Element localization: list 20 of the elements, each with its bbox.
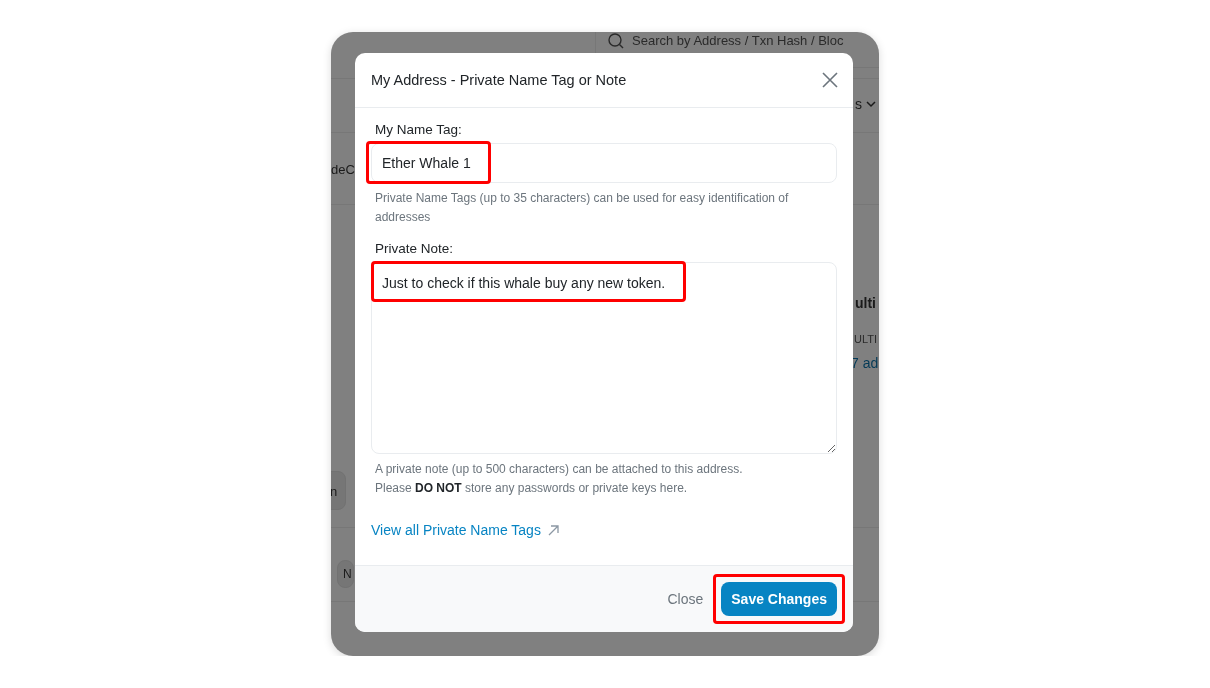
- menu-label[interactable]: s: [855, 96, 862, 112]
- help-text: Private Name Tags (up to 35 characters) can be used for easy identification of addresses: [375, 190, 790, 226]
- note-field[interactable]: Just to check if this whale buy any new token.: [371, 262, 837, 454]
- dialog-title: My Address - Private Name Tag or Note: [371, 72, 627, 88]
- close-icon[interactable]: [821, 71, 839, 89]
- external-link-icon: [547, 524, 559, 536]
- name-tags-link[interactable]: View all Private Name Tags: [371, 522, 541, 538]
- card-title: ulti: [855, 295, 876, 311]
- search-icon: [608, 32, 624, 49]
- name-tag-field[interactable]: Ether Whale 1: [371, 143, 837, 183]
- address-text: deC: [331, 162, 355, 177]
- background-chip[interactable]: N: [337, 560, 354, 588]
- close-button[interactable]: Close: [665, 585, 706, 613]
- field-label: Private Note:: [375, 241, 455, 256]
- help-text: A private note (up to 500 characters) can be attached to this address. Please DO NOT store any passwords or private keys here.: [375, 461, 744, 497]
- card-label: ULTI: [854, 333, 878, 345]
- chevron-down-icon: [866, 101, 876, 108]
- save-button[interactable]: Save Changes: [721, 582, 837, 616]
- field-label: My Name Tag:: [375, 122, 463, 137]
- background-chip[interactable]: n: [331, 471, 346, 510]
